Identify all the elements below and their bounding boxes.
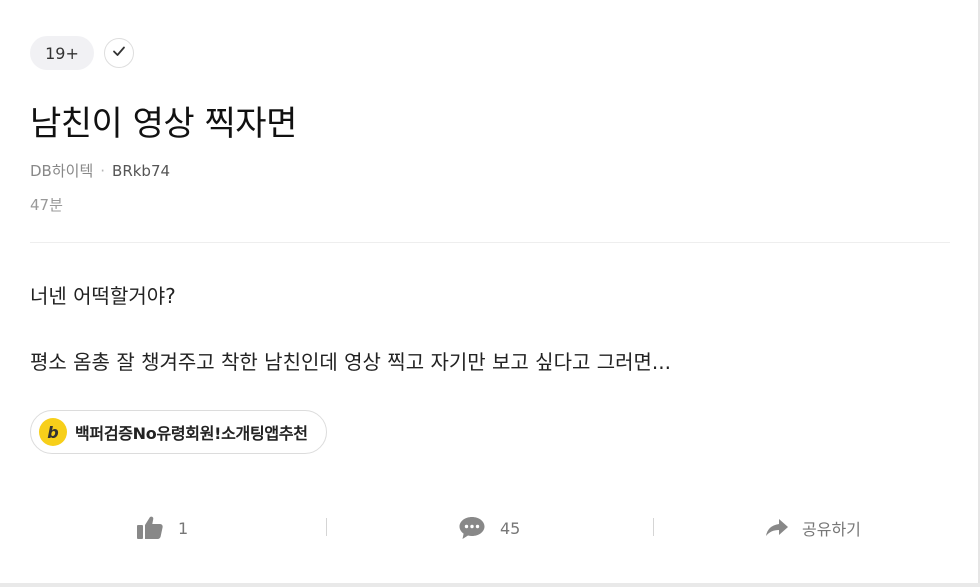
post-action-bar: 1 45 공유하기 <box>0 508 980 548</box>
company-name[interactable]: DB하이텍 <box>30 160 93 181</box>
comment-count: 45 <box>500 518 521 538</box>
header-divider <box>30 242 950 243</box>
age-restriction-badge: 19+ <box>30 36 94 70</box>
ad-banner-button[interactable]: b 백퍼검증No유령회원!소개팅앱추천 <box>30 410 327 454</box>
post-meta: DB하이텍 · BRkb74 <box>30 160 170 181</box>
verified-badge <box>104 38 134 68</box>
action-separator <box>653 518 654 536</box>
share-label: 공유하기 <box>802 520 861 539</box>
meta-separator-dot: · <box>100 161 106 180</box>
share-arrow-icon <box>764 517 790 539</box>
bottom-edge-border <box>0 583 980 587</box>
ad-logo-icon: b <box>39 418 67 446</box>
thumbs-up-icon <box>136 515 164 541</box>
ad-text: 백퍼검증No유령회원!소개팅앱추천 <box>75 424 308 443</box>
share-button[interactable]: 공유하기 <box>764 508 861 548</box>
post-badges: 19+ <box>30 36 134 70</box>
comment-button[interactable]: 45 <box>458 508 520 548</box>
check-icon <box>111 43 127 63</box>
post-title: 남친이 영상 찍자면 <box>30 104 297 144</box>
post-body-line: 너넨 어떡할거야? <box>30 284 176 308</box>
post-time: 47분 <box>30 196 63 214</box>
comment-bubble-icon <box>458 515 486 541</box>
like-button[interactable]: 1 <box>136 508 188 548</box>
action-separator <box>326 518 327 536</box>
like-count: 1 <box>178 518 189 538</box>
post-body-line: 평소 옴총 잘 챙겨주고 착한 남친인데 영상 찍고 자기만 보고 싶다고 그러… <box>30 350 672 374</box>
author-name[interactable]: BRkb74 <box>112 162 170 180</box>
